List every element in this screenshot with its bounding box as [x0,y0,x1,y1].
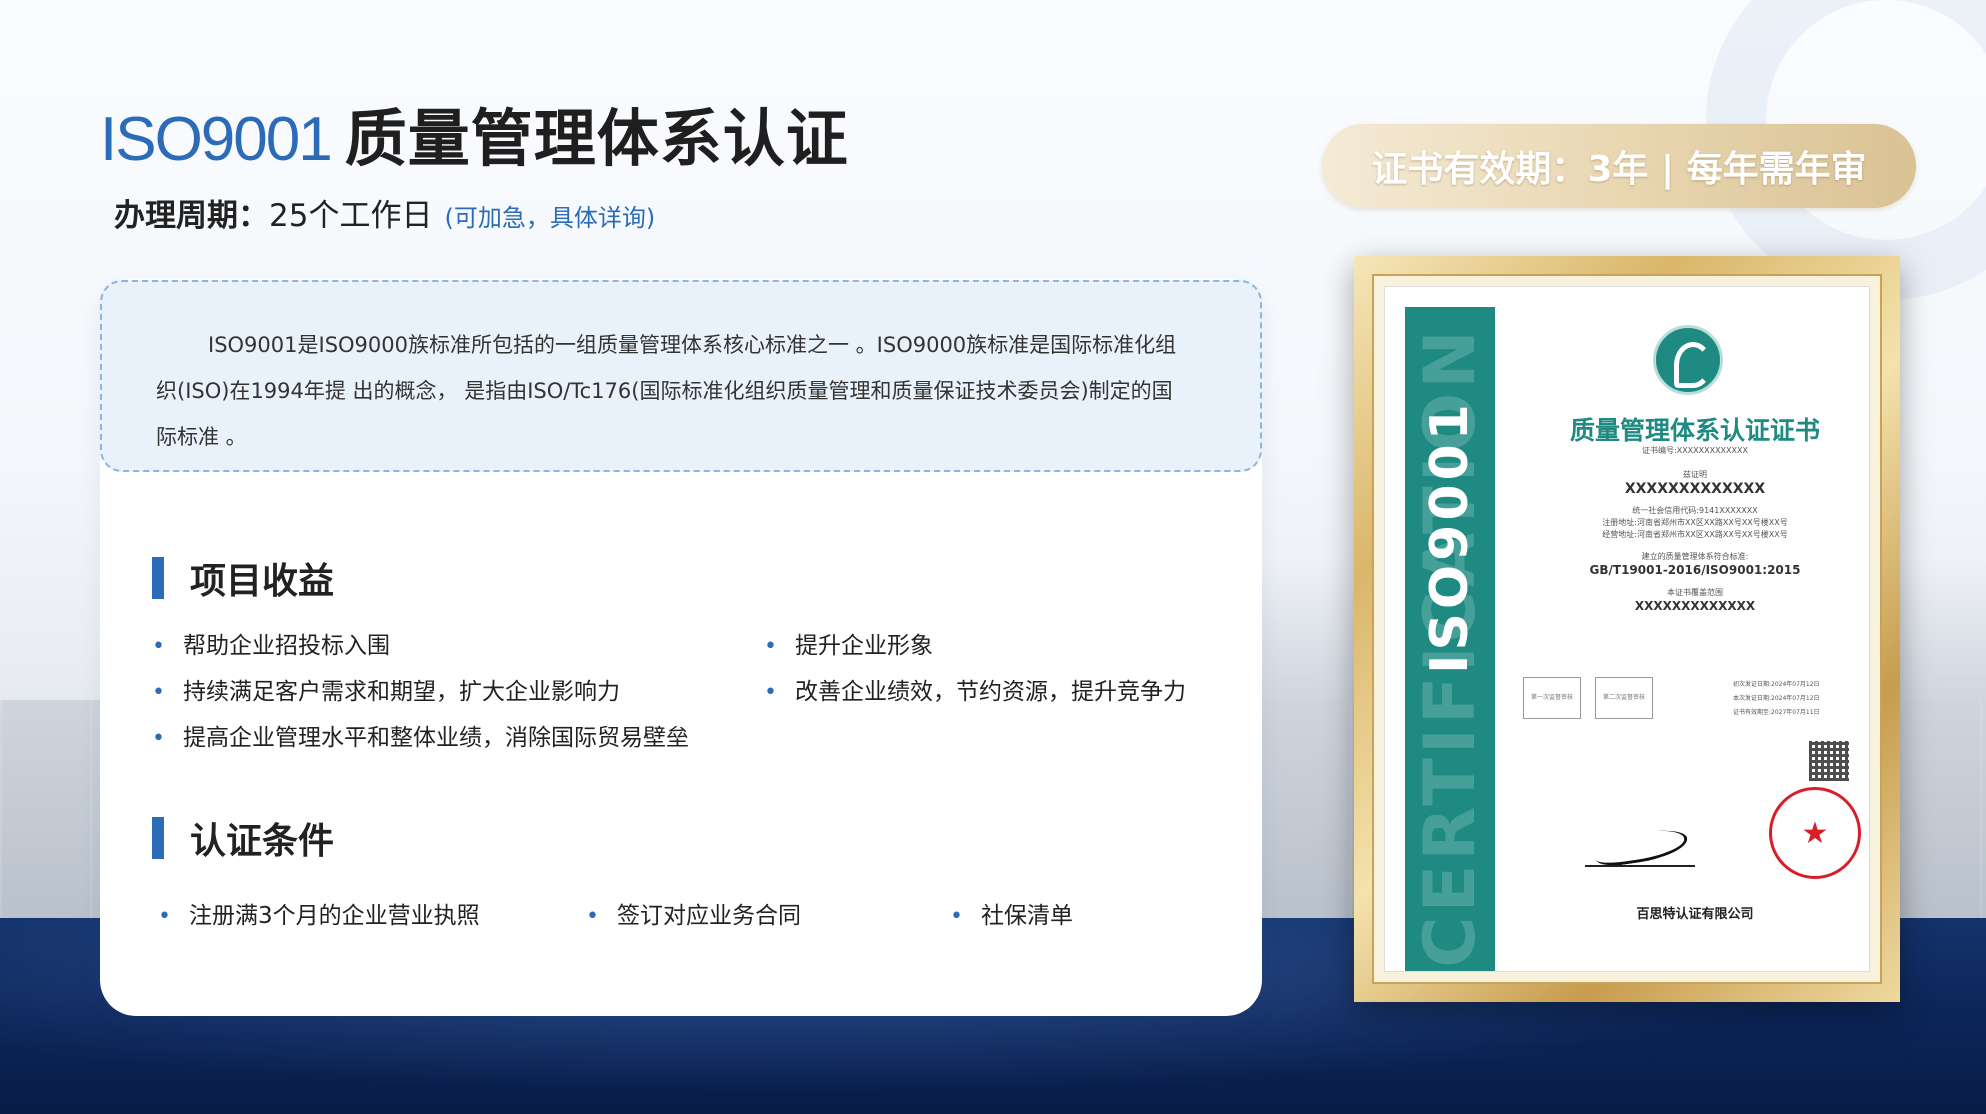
standard: GB/T19001-2016/ISO9001:2015 [1589,563,1801,577]
benefits-heading: 项目收益 [152,552,334,604]
period-label: 办理周期： [114,198,269,234]
issue-date-2: 本次发证日期:2024年07月12日 [1733,695,1820,702]
bullet-icon: • [764,680,777,705]
certificate-image: CERTIFICATION ISO9001 质量管理体系认证证书 证书编号:XX… [1384,286,1870,972]
period-note: (可加急，具体详询) [444,204,656,232]
period-value: 25个工作日 [269,198,433,234]
certificate-number: 证书编号:XXXXXXXXXXXXX [1642,446,1748,455]
op-address: 经营地址:河南省郑州市XX区XX路XX号XX号楼XX号 [1602,530,1788,539]
scope-label: 本证书覆盖范围 [1667,588,1723,597]
surveillance-box-1: 第一次监督审核 [1523,677,1581,719]
intro-text: ISO9001是ISO9000族标准所包括的一组质量管理体系核心标准之一 。IS… [156,333,1177,449]
credit-code: 统一社会信用代码:9141XXXXXXX [1632,506,1758,515]
validity-text: 证书有效期：3年 | 每年需年审 [1371,149,1867,190]
official-seal-icon: ★ [1769,787,1861,879]
title-iso: ISO9001 [100,105,333,174]
certificate-side-band: CERTIFICATION ISO9001 [1405,307,1495,971]
bullet-icon: • [152,680,165,705]
list-item: • 提高企业管理水平和整体业绩，消除国际贸易壁垒 [152,725,689,751]
title-rest: 质量管理体系认证 [344,102,849,175]
reg-address: 注册地址:河南省郑州市XX区XX路XX号XX号楼XX号 [1602,518,1788,527]
band-iso: ISO9001 [1420,400,1480,674]
page-title: ISO9001 质量管理体系认证 [100,88,849,178]
bullet-icon: • [152,726,165,751]
certificate-frame: CERTIFICATION ISO9001 质量管理体系认证证书 证书编号:XX… [1354,256,1900,1002]
holder-name: XXXXXXXXXXXXX [1624,481,1766,497]
holder-label: 兹证明 [1683,470,1707,479]
standard-label: 建立的质量管理体系符合标准: [1641,552,1749,561]
heading-bar [152,817,164,859]
benefits-list: • 帮助企业招投标入围 • 提升企业形象 • 持续满足客户需求和期望，扩大企业影响力 … [152,620,1232,770]
bullet-icon: • [158,904,171,929]
certificate-mat: CERTIFICATION ISO9001 质量管理体系认证证书 证书编号:XX… [1372,274,1882,984]
bullet-icon: • [152,634,165,659]
expiry-date: 证书有效期至:2027年07月11日 [1733,709,1820,716]
scope: XXXXXXXXXXXXX [1634,599,1756,613]
certification-logo-icon [1653,325,1723,395]
list-item: • 注册满3个月的企业营业执照 [158,903,480,929]
signature-icon [1585,827,1695,867]
list-item: • 持续满足客户需求和期望，扩大企业影响力 [152,679,620,705]
list-item: • 改善企业绩效，节约资源，提升竞争力 [764,679,1186,705]
certificate-title: 质量管理体系认证证书 [1569,416,1820,445]
processing-period: 办理周期：25个工作日 (可加急，具体详询) [114,190,655,235]
validity-badge: 证书有效期：3年 | 每年需年审 [1322,124,1916,208]
surveillance-box-2: 第二次监督审核 [1595,677,1653,719]
qr-code-icon [1809,741,1849,781]
heading-bar [152,557,164,599]
conditions-heading: 认证条件 [152,812,334,864]
list-item: • 签订对应业务合同 [586,903,801,929]
list-item: • 提升企业形象 [764,633,933,659]
issuer-name: 百思特认证有限公司 [1636,907,1754,922]
benefits-heading-text: 项目收益 [190,561,335,602]
bullet-icon: • [586,904,599,929]
seal-star: ★ [1801,815,1829,851]
bullet-icon: • [764,634,777,659]
issue-date-1: 初次发证日期:2024年07月12日 [1733,681,1820,688]
bullet-icon: • [950,904,963,929]
list-item: • 社保清单 [950,903,1073,929]
list-item: • 帮助企业招投标入围 [152,633,390,659]
conditions-heading-text: 认证条件 [190,821,335,862]
intro-box: ISO9001是ISO9000族标准所包括的一组质量管理体系核心标准之一 。IS… [100,280,1262,472]
